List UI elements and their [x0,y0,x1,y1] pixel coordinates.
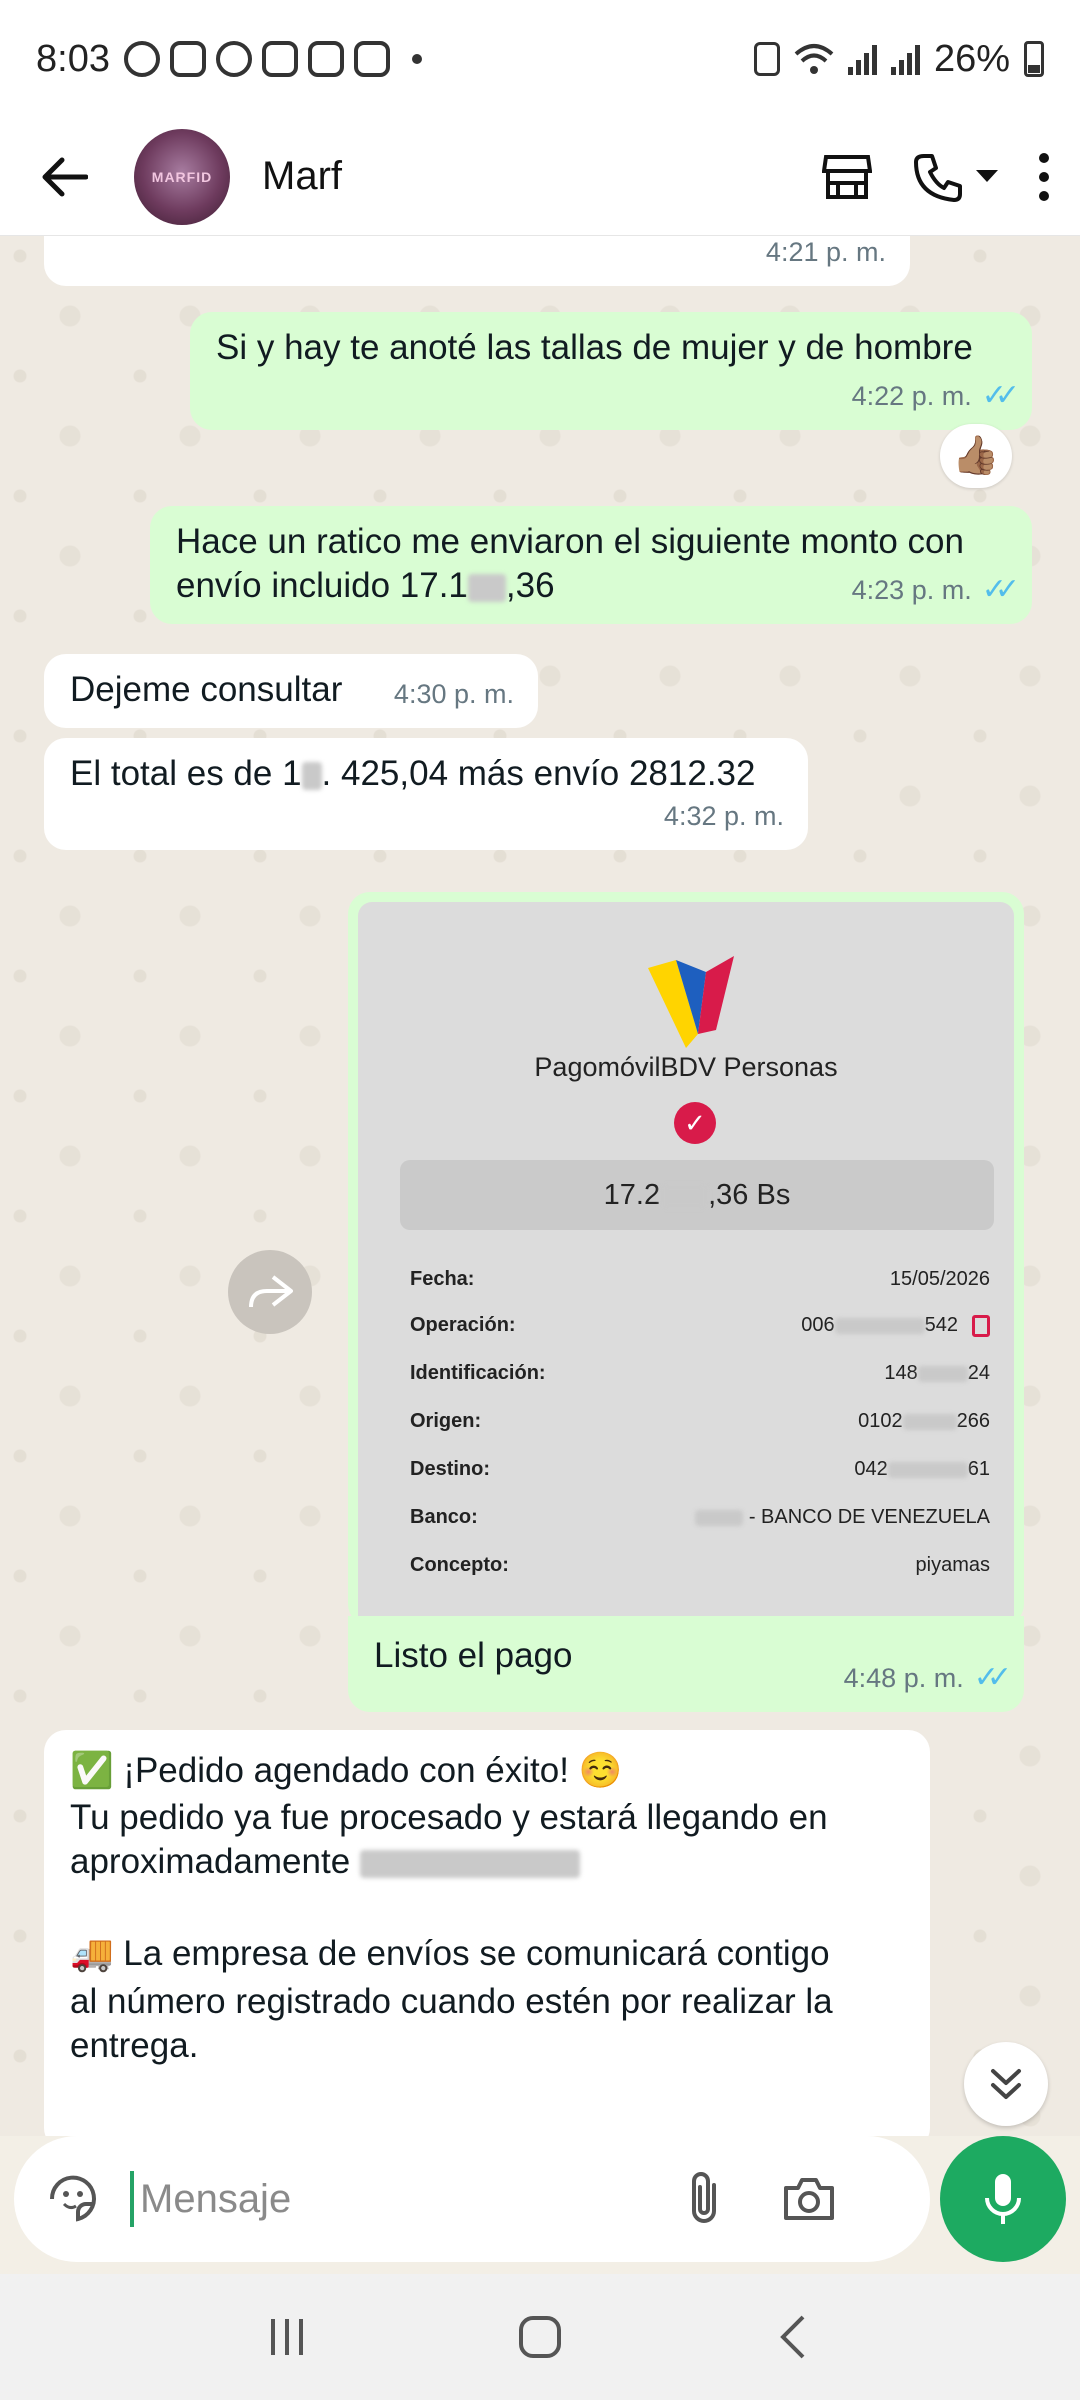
arrow-left-icon [42,157,88,196]
signal-icon [890,43,920,75]
message-time: 4:30 p. m. [393,679,514,709]
phone-icon [914,153,962,202]
status-time: 8:03 [36,37,110,80]
battery-icon [1024,41,1044,77]
avatar-logo-text: MARFID [151,168,213,185]
forward-button[interactable] [228,1250,312,1334]
message-meta: 4:32 p. m. [664,794,784,838]
message-text: El total es de 1. 425,04 más envío 2812.… [70,754,756,793]
bank-app-title: PagomóvilBDV Personas [534,1052,838,1082]
battery-level: 26% [933,37,1010,80]
store-icon [822,154,872,199]
message-text: Tu pedido ya fue procesado y estará lleg… [70,1798,828,1837]
message-input[interactable] [130,2171,670,2227]
receipt-row-date: Fecha: 15/05/2026 [410,1268,990,1290]
chat-header: MARFID Marf [0,118,1080,236]
sticker-button[interactable] [46,2172,100,2226]
more-notifications-dot [411,54,422,64]
camera-button[interactable] [782,2176,836,2222]
system-status: 26% [753,37,1044,81]
attach-button[interactable] [686,2171,722,2227]
contact-name[interactable]: Marf [262,154,342,199]
message-time: 4:32 p. m. [663,801,784,831]
capcut-notification-icon [353,41,390,77]
message-text: al número registrado cuando estén por re… [70,1982,833,2021]
paperclip-icon [692,2172,716,2223]
message-text: 🚚 La empresa de envíos se comunicará con… [70,1934,830,1973]
message-meta: 4:22 p. m. ✓✓ [851,374,1020,418]
read-receipt-icon: ✓✓ [973,1661,1012,1694]
camera-icon [784,2178,834,2220]
message-outgoing-caption[interactable]: Listo el pago 4:48 p. m. ✓✓ [348,1616,1024,1712]
sticker-icon [49,2175,96,2222]
message-time: 4:21 p. m. [765,237,886,267]
message-incoming[interactable]: El total es de 1. 425,04 más envío 2812.… [44,738,808,850]
payment-amount: 17.2,36 Bs [400,1160,994,1230]
more-options-button[interactable] [1038,152,1050,202]
more-vertical-icon [1039,152,1049,201]
instagram-notification-icon [169,41,206,77]
receipt-row-operation: Operación: 006 542 [410,1314,990,1337]
message-incoming[interactable]: Dejeme consultar 4:30 p. m. [44,654,538,728]
receipt-row-destination: Destino: 042 61 [410,1458,990,1480]
voice-message-button[interactable] [940,2136,1066,2262]
chat-area[interactable]: 4:21 p. m. Si y hay te anoté las tallas … [0,236,1080,2136]
back-nav-button[interactable] [753,2297,833,2377]
capcut-notification-icon [261,41,298,77]
message-meta: 4:23 p. m. ✓✓ [851,568,1020,612]
message-outgoing[interactable]: Si y hay te anoté las tallas de mujer y … [190,312,1032,430]
message-time: 4:48 p. m. [843,1663,964,1693]
payment-receipt-image[interactable]: PagomóvilBDV Personas ✓ 17.2,36 Bs Fecha… [358,902,1014,1630]
instagram-notification-icon [307,41,344,77]
message-text: Si y hay te anoté las tallas de mujer y … [216,328,973,367]
catalog-button[interactable] [822,153,872,201]
home-button[interactable] [500,2297,580,2377]
recent-apps-button[interactable] [247,2297,327,2377]
message-incoming[interactable]: ✅ ¡Pedido agendado con éxito! ☺️ Tu pedi… [44,1730,930,2136]
receipt-row-origin: Origen: 0102 266 [410,1410,990,1432]
system-navigation-bar [0,2274,1080,2400]
read-receipt-icon: ✓✓ [981,379,1020,412]
message-text: ✅ ¡Pedido agendado con éxito! ☺️ [70,1751,623,1790]
bdv-logo-icon [648,956,734,1048]
message-time: 4:23 p. m. [851,575,972,605]
app-notification-icon [215,41,252,77]
contact-avatar[interactable]: MARFID [134,128,230,225]
read-receipt-icon: ✓✓ [981,573,1020,606]
home-icon [518,2316,561,2358]
copy-icon[interactable] [972,1314,990,1337]
notification-icons [123,41,422,77]
wifi-icon [794,44,834,74]
forward-icon [249,1275,293,1308]
chevron-left-icon [780,2315,805,2359]
chevron-down-icon [976,169,998,182]
message-outgoing-image[interactable]: PagomóvilBDV Personas ✓ 17.2,36 Bs Fecha… [348,892,1024,1630]
message-meta: 4:48 p. m. ✓✓ [843,1656,1012,1700]
message-meta: 4:21 p. m. [766,236,886,274]
whatsapp-notification-icon [123,41,160,77]
signal-icon [847,43,877,75]
message-composer [14,2136,930,2262]
message-reaction[interactable]: 👍🏽 [940,424,1012,488]
message-meta: 4:30 p. m. [394,672,514,716]
receipt-row-bank: Banco: - BANCO DE VENEZUELA [410,1506,990,1528]
microphone-icon [985,2174,1021,2224]
message-time: 4:22 p. m. [851,381,972,411]
message-text: aproximadamente [70,1840,904,1884]
message-text: entrega. [70,2026,199,2065]
scroll-to-bottom-button[interactable] [964,2042,1048,2126]
status-bar: 8:03 26% [0,0,1080,118]
receipt-row-identification: Identificación: 148 24 [410,1362,990,1384]
recent-apps-icon [270,2319,303,2355]
double-chevron-down-icon [991,2069,1021,2099]
check-circle-icon: ✓ [674,1102,716,1144]
message-text: Hace un ratico me enviaron el siguiente … [176,522,964,561]
back-button[interactable] [34,147,94,207]
receipt-row-concept: Concepto: piyamas [410,1554,990,1576]
message-incoming[interactable]: 4:21 p. m. [44,236,910,286]
message-outgoing[interactable]: Hace un ratico me enviaron el siguiente … [150,506,1032,624]
voice-call-button[interactable] [912,152,998,202]
battery-saver-icon [753,42,780,76]
